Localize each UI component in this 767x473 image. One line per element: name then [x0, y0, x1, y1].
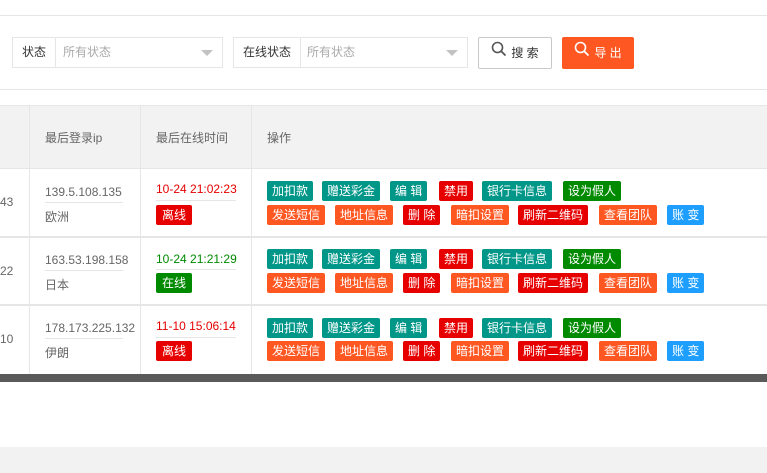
view-team-button[interactable]: 查看团队	[599, 341, 658, 361]
row-location: 伊朗	[45, 346, 70, 360]
row-number: 22	[0, 264, 14, 278]
refresh-qrcode-button[interactable]: 刷新二维码	[518, 273, 589, 293]
hidden-deduct-button[interactable]: 暗扣设置	[451, 205, 510, 225]
disable-button[interactable]: 禁用	[439, 318, 474, 338]
refresh-qrcode-button[interactable]: 刷新二维码	[518, 341, 589, 361]
set-fake-button[interactable]: 设为假人	[563, 318, 622, 338]
row-time: 10-24 21:21:29	[156, 252, 237, 266]
divider	[156, 269, 236, 270]
divider	[156, 200, 236, 201]
chevron-down-icon[interactable]	[446, 50, 458, 56]
send-sms-button[interactable]: 发送短信	[267, 341, 326, 361]
account-change-button[interactable]: 账 变	[667, 273, 705, 293]
column-divider	[140, 106, 141, 374]
column-divider	[29, 106, 30, 374]
bank-card-button[interactable]: 银行卡信息	[482, 249, 553, 269]
send-sms-button[interactable]: 发送短信	[267, 273, 326, 293]
export-button[interactable]: 导 出	[562, 37, 634, 69]
online-status-filter-label: 在线状态	[234, 38, 302, 67]
table-header	[0, 106, 767, 168]
view-team-button[interactable]: 查看团队	[599, 205, 658, 225]
chevron-down-icon[interactable]	[201, 50, 213, 56]
divider	[0, 15, 767, 16]
hidden-deduct-button[interactable]: 暗扣设置	[451, 341, 510, 361]
view-team-button[interactable]: 查看团队	[599, 273, 658, 293]
address-info-button[interactable]: 地址信息	[335, 273, 394, 293]
row-time: 11-10 15:06:14	[156, 319, 236, 333]
disable-button[interactable]: 禁用	[439, 249, 474, 269]
divider	[0, 105, 767, 106]
hidden-deduct-button[interactable]: 暗扣设置	[451, 273, 510, 293]
search-button[interactable]: 搜 索	[478, 37, 552, 69]
row-number: 10	[0, 332, 14, 346]
row-ip: 139.5.108.135	[45, 185, 122, 199]
edit-button[interactable]: 编 辑	[390, 318, 428, 338]
header-last-online-time: 最后在线时间	[156, 131, 229, 145]
search-button-label: 搜 索	[511, 46, 539, 60]
divider	[156, 337, 236, 338]
disable-button[interactable]: 禁用	[439, 181, 474, 201]
row-ip: 163.53.198.158	[45, 253, 129, 267]
online-status-select-value[interactable]: 所有状态	[307, 38, 355, 67]
status-badge: 在线	[156, 273, 193, 293]
bonus-button[interactable]: 赠送彩金	[322, 318, 381, 338]
divider	[0, 89, 767, 90]
bonus-button[interactable]: 赠送彩金	[322, 181, 381, 201]
export-button-label: 导 出	[594, 46, 622, 60]
divider	[45, 270, 123, 271]
send-sms-button[interactable]: 发送短信	[267, 205, 326, 225]
address-info-button[interactable]: 地址信息	[335, 205, 394, 225]
refresh-qrcode-button[interactable]: 刷新二维码	[518, 205, 589, 225]
search-icon	[491, 38, 507, 68]
delete-button[interactable]: 删 除	[403, 341, 441, 361]
account-change-button[interactable]: 账 变	[667, 341, 705, 361]
delete-button[interactable]: 删 除	[403, 273, 441, 293]
online-status-filter[interactable]: 在线状态 所有状态	[233, 37, 468, 68]
divider	[0, 304, 767, 306]
set-fake-button[interactable]: 设为假人	[563, 181, 622, 201]
edit-button[interactable]: 编 辑	[390, 249, 428, 269]
row-number: 43	[0, 195, 14, 209]
bank-card-button[interactable]: 银行卡信息	[482, 318, 553, 338]
edit-button[interactable]: 编 辑	[390, 181, 428, 201]
status-badge: 离线	[156, 341, 193, 361]
divider	[0, 168, 767, 169]
header-last-login-ip: 最后登录ip	[45, 131, 103, 145]
delete-button[interactable]: 删 除	[403, 205, 441, 225]
row-ip: 178.173.225.132	[45, 321, 136, 335]
account-change-button[interactable]: 账 变	[667, 205, 705, 225]
column-divider	[251, 106, 252, 374]
deduct-button[interactable]: 加扣款	[267, 181, 314, 201]
divider	[45, 202, 123, 203]
deduct-button[interactable]: 加扣款	[267, 318, 314, 338]
address-info-button[interactable]: 地址信息	[335, 341, 394, 361]
bank-card-button[interactable]: 银行卡信息	[482, 181, 553, 201]
bonus-button[interactable]: 赠送彩金	[322, 249, 381, 269]
status-badge: 离线	[156, 205, 193, 225]
horizontal-scrollbar[interactable]	[0, 374, 767, 382]
row-location: 欧洲	[45, 210, 70, 224]
status-filter[interactable]: 状态 所有状态	[12, 37, 223, 68]
deduct-button[interactable]: 加扣款	[267, 249, 314, 269]
divider	[0, 236, 767, 238]
status-filter-label: 状态	[13, 38, 57, 67]
status-select-value[interactable]: 所有状态	[63, 38, 111, 67]
divider	[45, 338, 123, 339]
set-fake-button[interactable]: 设为假人	[563, 249, 622, 269]
search-icon	[574, 37, 590, 69]
row-time: 10-24 21:02:23	[156, 182, 237, 196]
header-actions: 操作	[267, 131, 292, 145]
row-location: 日本	[45, 278, 70, 292]
